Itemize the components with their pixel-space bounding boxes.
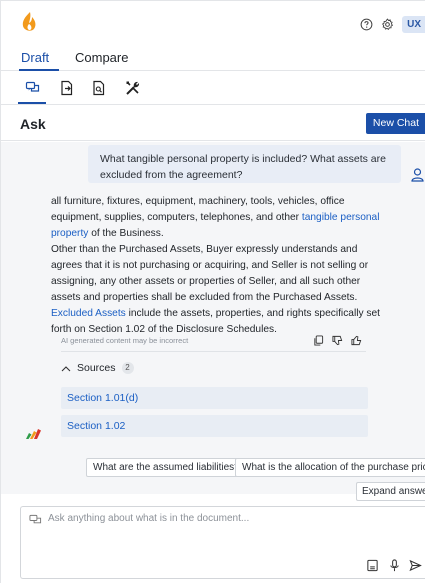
ask-header: Ask New Chat bbox=[1, 105, 425, 141]
suggested-questions: What are the assumed liabilities? What i… bbox=[1, 458, 425, 478]
ask-input[interactable] bbox=[48, 513, 418, 524]
ai-answer-text: all furniture, fixtures, equipment, mach… bbox=[51, 196, 380, 335]
thumbs-down-icon[interactable] bbox=[332, 335, 343, 346]
ai-disclaimer: AI generated content may be incorrect bbox=[61, 336, 189, 345]
sources-toggle[interactable]: Sources 2 bbox=[61, 362, 134, 374]
expand-answer-button[interactable]: Expand answer bbox=[356, 482, 425, 501]
thumbs-up-icon[interactable] bbox=[351, 335, 362, 346]
active-tool-indicator bbox=[18, 102, 46, 104]
suggestion-chip[interactable]: What are the assumed liabilities? bbox=[86, 458, 247, 477]
ask-input-box bbox=[20, 506, 425, 579]
help-icon[interactable] bbox=[360, 18, 373, 31]
mode-tabs: Draft Compare bbox=[1, 43, 425, 71]
top-bar: UX bbox=[1, 1, 425, 43]
gear-icon[interactable] bbox=[381, 18, 394, 31]
active-tab-indicator bbox=[19, 69, 59, 71]
app-frame: UX Draft Compare Ask New Chat What tangi… bbox=[0, 0, 425, 583]
source-item[interactable]: Section 1.02 bbox=[61, 415, 368, 437]
tab-compare[interactable]: Compare bbox=[75, 50, 128, 65]
source-item[interactable]: Section 1.01(d) bbox=[61, 387, 368, 409]
send-icon[interactable] bbox=[409, 559, 422, 572]
document-search-icon[interactable] bbox=[91, 80, 107, 96]
chat-tool-icon[interactable] bbox=[25, 80, 41, 96]
copy-icon[interactable] bbox=[313, 335, 324, 346]
assistant-logo-icon bbox=[26, 429, 41, 439]
sources-count-badge: 2 bbox=[121, 362, 134, 374]
answer-footer: AI generated content may be incorrect bbox=[61, 332, 366, 352]
sources-label: Sources bbox=[77, 362, 116, 374]
microphone-icon[interactable] bbox=[388, 559, 401, 572]
excluded-assets-link[interactable]: Excluded Assets bbox=[51, 308, 126, 319]
tab-draft[interactable]: Draft bbox=[21, 50, 49, 65]
user-question-bubble: What tangible personal property is inclu… bbox=[88, 145, 401, 183]
tools-icon[interactable] bbox=[125, 80, 141, 96]
chevron-up-icon bbox=[61, 365, 71, 371]
user-icon bbox=[411, 168, 424, 182]
document-export-icon[interactable] bbox=[59, 80, 75, 96]
document-icon[interactable] bbox=[366, 559, 379, 572]
chat-bubble-icon bbox=[29, 514, 42, 524]
new-chat-button[interactable]: New Chat bbox=[365, 113, 425, 134]
user-avatar-badge[interactable]: UX bbox=[402, 16, 425, 33]
tool-row bbox=[1, 72, 425, 105]
top-right-actions: UX bbox=[360, 16, 425, 33]
page-title: Ask bbox=[20, 116, 46, 132]
suggestion-chip[interactable]: What is the allocation of the purchase p… bbox=[235, 458, 425, 477]
chat-area: What tangible personal property is inclu… bbox=[1, 142, 425, 494]
logo-flame-icon bbox=[22, 12, 36, 31]
